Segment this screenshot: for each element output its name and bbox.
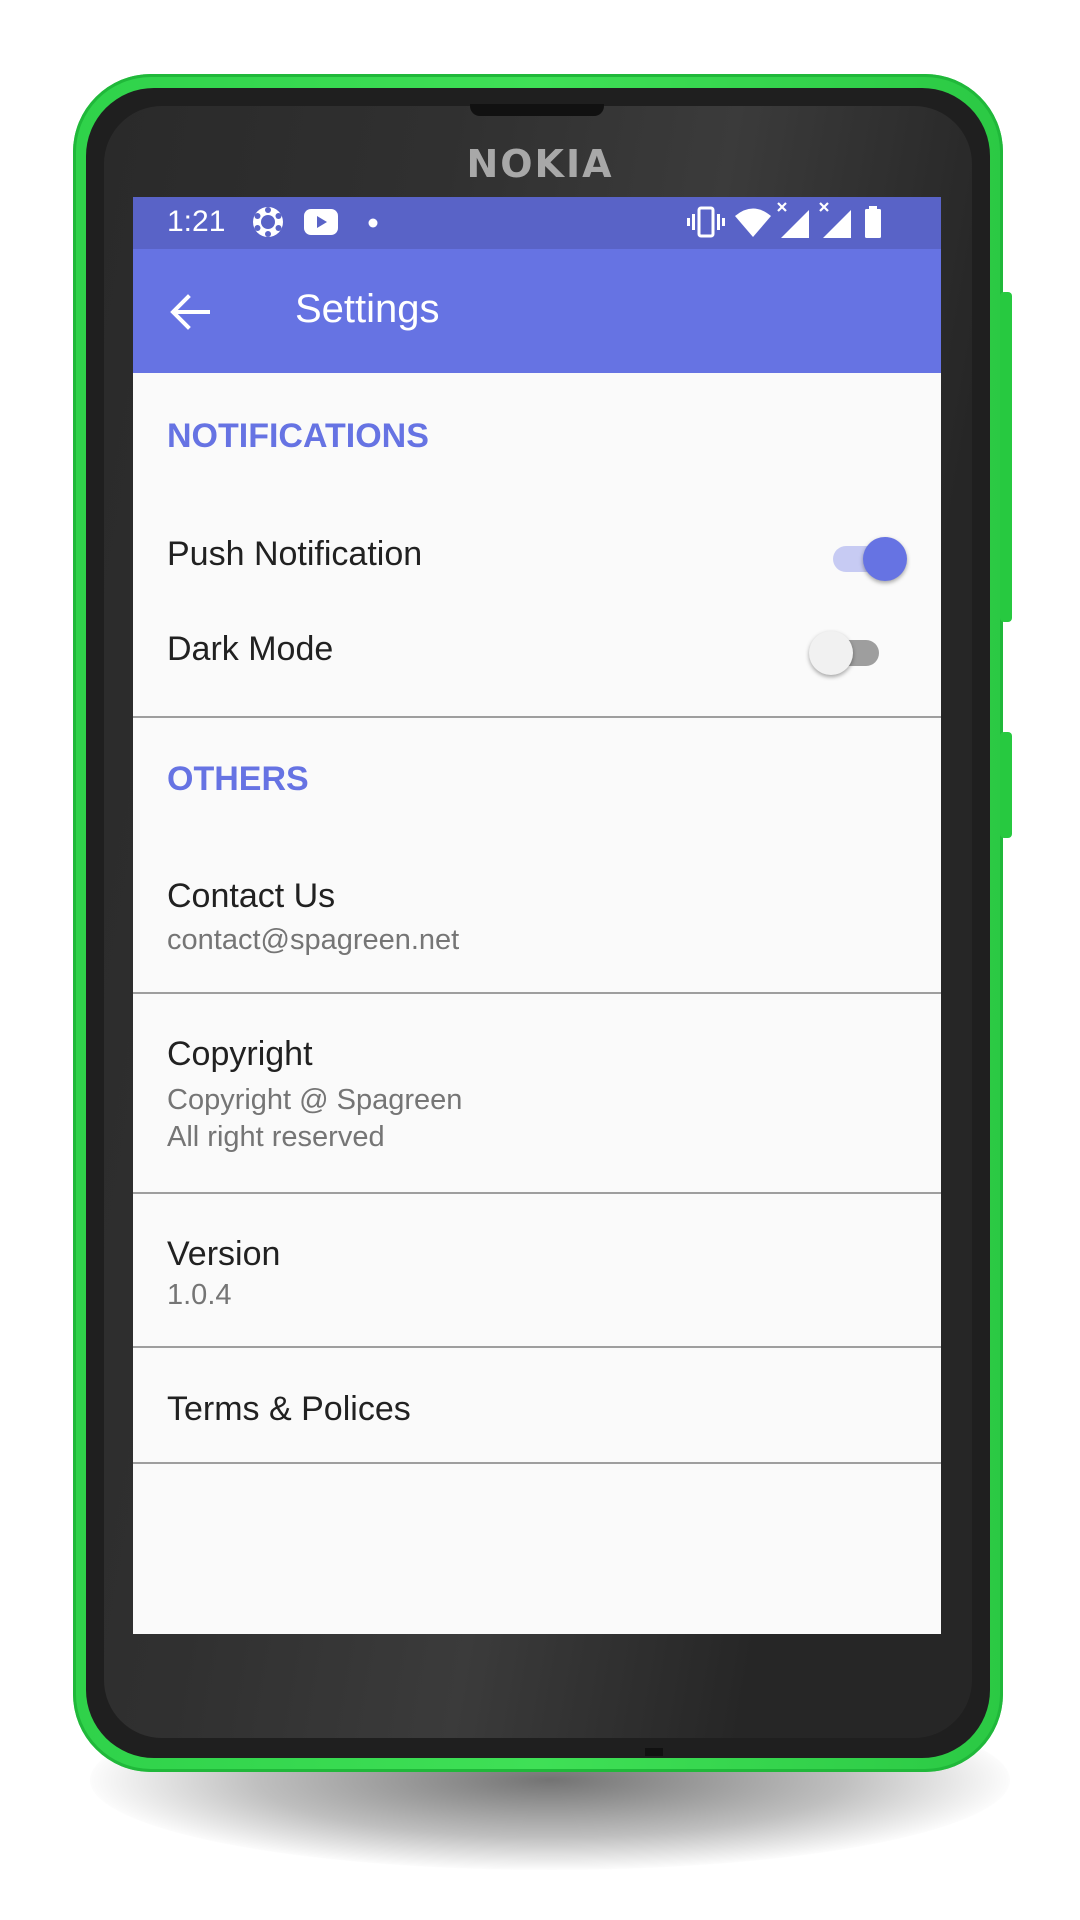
power-button xyxy=(1000,732,1012,838)
notifications-section-header: NOTIFICATIONS xyxy=(167,417,429,455)
bottom-mark xyxy=(645,1748,663,1756)
copyright-rights: All right reserved xyxy=(167,1121,385,1153)
contact-us-email: contact@spagreen.net xyxy=(167,924,460,956)
back-button[interactable] xyxy=(163,285,217,339)
push-notification-label: Push Notification xyxy=(167,535,423,573)
switch-thumb xyxy=(863,537,907,581)
status-time: 1:21 xyxy=(167,205,226,238)
dark-mode-switch[interactable] xyxy=(809,631,889,675)
version-title: Version xyxy=(167,1235,281,1273)
earpiece-speaker xyxy=(470,104,604,116)
signal-icon xyxy=(819,202,851,238)
terms-title: Terms & Polices xyxy=(167,1390,411,1428)
contact-us-title: Contact Us xyxy=(167,877,336,915)
volume-button xyxy=(1000,292,1012,622)
app-toolbar: Settings xyxy=(133,249,941,373)
wifi-icon xyxy=(735,208,771,237)
push-notification-switch[interactable] xyxy=(827,537,907,581)
section-divider xyxy=(133,716,941,718)
row-divider xyxy=(133,1346,941,1348)
version-value: 1.0.4 xyxy=(167,1279,232,1311)
signal-icon xyxy=(777,202,809,238)
copyright-text: Copyright @ Spagreen xyxy=(167,1084,463,1116)
row-divider xyxy=(133,1462,941,1464)
settings-app-icon xyxy=(253,207,283,237)
vibrate-icon xyxy=(687,206,725,238)
switch-thumb xyxy=(809,631,853,675)
youtube-icon xyxy=(304,209,338,235)
status-bar: 1:21 xyxy=(133,197,941,249)
battery-icon xyxy=(865,206,881,238)
dark-mode-label: Dark Mode xyxy=(167,630,334,668)
notification-dot-icon xyxy=(368,218,378,228)
copyright-title: Copyright xyxy=(167,1035,313,1073)
page-title: Settings xyxy=(295,287,440,331)
row-divider xyxy=(133,992,941,994)
arrow-back-icon xyxy=(170,294,210,330)
row-divider xyxy=(133,1192,941,1194)
others-section-header: OTHERS xyxy=(167,760,309,798)
app-screen: 1:21 Settings NOTIFICATIONS Push Notific… xyxy=(133,197,941,1634)
brand-logo: NOKIA xyxy=(466,142,614,186)
